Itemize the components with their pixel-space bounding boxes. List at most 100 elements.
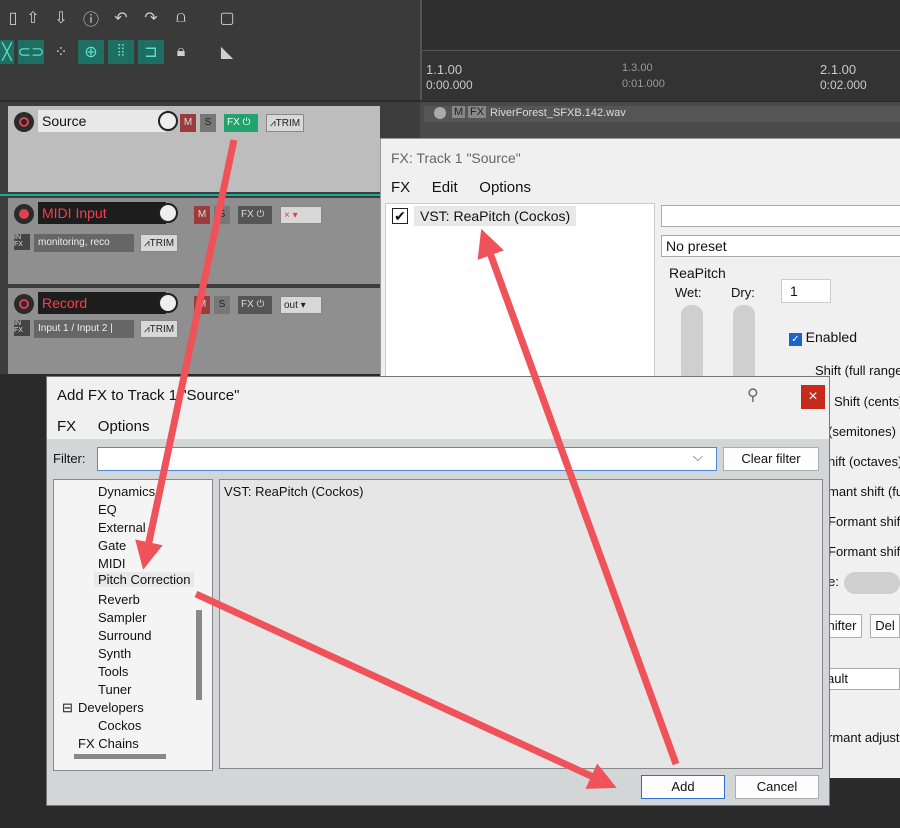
volume-knob[interactable] bbox=[158, 293, 178, 313]
fx-button[interactable]: FX ⏻ bbox=[224, 114, 258, 132]
cancel-button[interactable]: Cancel bbox=[735, 775, 819, 799]
trim-button[interactable]: ⩘TRIM bbox=[266, 114, 305, 132]
tab-1[interactable]: 1 bbox=[781, 279, 831, 303]
record-arm-button[interactable] bbox=[14, 294, 34, 314]
param-semitones: (semitones) bbox=[828, 424, 896, 439]
track-name[interactable]: Source bbox=[38, 110, 166, 132]
trim-button[interactable]: ⩘TRIM bbox=[140, 234, 179, 252]
tree-dynamics[interactable]: Dynamics bbox=[98, 484, 155, 499]
solo-button[interactable]: S bbox=[214, 206, 230, 224]
item-volume-knob[interactable] bbox=[434, 107, 446, 119]
fx-button[interactable]: FX ⏻ bbox=[238, 296, 272, 314]
enabled-checkbox[interactable]: ✓ bbox=[789, 333, 802, 346]
fx-results-list[interactable]: VST: ReaPitch (Cockos) bbox=[219, 479, 823, 769]
grid-box-icon[interactable]: ▢ bbox=[214, 6, 240, 30]
wet-slider[interactable] bbox=[681, 305, 703, 385]
mute-button[interactable]: M bbox=[180, 114, 196, 132]
upload-icon[interactable]: ⇧ bbox=[20, 6, 46, 30]
bars-icon[interactable]: ⦙⦙ bbox=[108, 40, 134, 64]
record-arm-button[interactable] bbox=[14, 204, 34, 224]
delete-button[interactable]: Del bbox=[870, 614, 900, 638]
tree-external[interactable]: External bbox=[98, 520, 146, 535]
output-dropdown[interactable]: × ▾ bbox=[280, 206, 322, 224]
tree-eq[interactable]: EQ bbox=[98, 502, 117, 517]
tree-gate[interactable]: Gate bbox=[98, 538, 126, 553]
shape-slider[interactable] bbox=[844, 572, 900, 594]
solo-button[interactable]: S bbox=[214, 296, 230, 314]
timeline-ruler[interactable]: 1.1.00 0:00.000 1.3.00 0:01.000 2.1.00 0… bbox=[420, 0, 900, 101]
snap-icon[interactable]: ⊕ bbox=[78, 40, 104, 64]
tree-surround[interactable]: Surround bbox=[98, 628, 151, 643]
in-fx-icon[interactable]: IN FX bbox=[14, 234, 30, 250]
mute-button[interactable]: M bbox=[194, 296, 210, 314]
menu-options[interactable]: Options bbox=[98, 418, 150, 435]
ripple-icon[interactable]: ╳ bbox=[0, 40, 14, 64]
trim-tool-icon[interactable]: ◣ bbox=[214, 40, 240, 64]
fx-button[interactable]: FX ⏻ bbox=[238, 206, 272, 224]
volume-knob[interactable] bbox=[158, 111, 178, 131]
lock-icon[interactable]: 🔒︎ bbox=[168, 40, 194, 64]
default-dropdown[interactable]: ault bbox=[824, 668, 900, 690]
tree-hscrollbar[interactable] bbox=[74, 754, 166, 759]
undo-icon[interactable]: ↶ bbox=[108, 6, 134, 30]
input-select[interactable]: Input 1 / Input 2 | bbox=[34, 320, 134, 338]
trim-label: TRIM bbox=[275, 118, 301, 129]
download-icon[interactable]: ⇩ bbox=[48, 6, 74, 30]
add-fx-dialog[interactable]: Add FX to Track 1 "Source" ⚲ × FX Option… bbox=[46, 376, 830, 806]
close-icon[interactable]: × bbox=[801, 385, 825, 409]
fx-chain-item[interactable]: VST: ReaPitch (Cockos) bbox=[414, 206, 577, 226]
link-icon[interactable]: ⊂⊃ bbox=[18, 40, 44, 64]
clear-filter-button[interactable]: Clear filter bbox=[723, 447, 819, 471]
preset-dropdown[interactable]: No preset bbox=[661, 235, 900, 257]
tree-scrollbar[interactable] bbox=[196, 610, 202, 700]
preset-name-field[interactable] bbox=[661, 205, 900, 227]
menu-options[interactable]: Options bbox=[479, 179, 531, 196]
volume-knob[interactable] bbox=[158, 203, 178, 223]
trim-label: TRIM bbox=[149, 324, 175, 335]
filter-input[interactable] bbox=[97, 447, 717, 471]
redo-icon[interactable]: ↷ bbox=[138, 6, 164, 30]
result-reapitch[interactable]: VST: ReaPitch (Cockos) bbox=[224, 484, 363, 499]
loop-icon[interactable]: ⊐ bbox=[138, 40, 164, 64]
input-select[interactable]: monitoring, reco bbox=[34, 234, 134, 252]
menu-fx[interactable]: FX bbox=[57, 418, 76, 435]
track-name[interactable]: MIDI Input bbox=[38, 202, 166, 224]
tree-pitch-correction[interactable]: Pitch Correction bbox=[94, 572, 195, 587]
tree-developers[interactable]: Developers bbox=[78, 700, 144, 715]
media-item-header[interactable]: M FX RiverForest_SFXB.142.wav bbox=[424, 106, 900, 122]
menu-edit[interactable]: Edit bbox=[432, 179, 458, 196]
tree-sampler[interactable]: Sampler bbox=[98, 610, 146, 625]
pin-icon[interactable]: ⚲ bbox=[747, 385, 759, 405]
info-icon[interactable]: ⓘ bbox=[78, 6, 104, 30]
trim-button[interactable]: ⩘TRIM bbox=[140, 320, 179, 338]
add-button[interactable]: Add bbox=[641, 775, 725, 799]
tree-synth[interactable]: Synth bbox=[98, 646, 131, 661]
tree-reverb[interactable]: Reverb bbox=[98, 592, 140, 607]
filter-dropdown-icon[interactable]: ⌵ bbox=[693, 449, 703, 465]
item-fx-button[interactable]: FX bbox=[468, 106, 487, 118]
fx-category-tree[interactable]: Dynamics EQ External Gate MIDI Pitch Cor… bbox=[53, 479, 213, 771]
menu-fx[interactable]: FX bbox=[391, 179, 410, 196]
record-arm-button[interactable] bbox=[14, 112, 34, 132]
fx-chain-list[interactable]: ✔ VST: ReaPitch (Cockos) bbox=[385, 203, 655, 381]
fx-enable-checkbox[interactable]: ✔ bbox=[392, 208, 408, 224]
fx-window[interactable]: FX: Track 1 "Source" FX Edit Options ✔ V… bbox=[380, 138, 900, 385]
track-midi-input[interactable]: MIDI Input M S FX ⏻ × ▾ IN FX monitoring… bbox=[8, 198, 380, 284]
tree-midi[interactable]: MIDI bbox=[98, 556, 125, 571]
item-mute-button[interactable]: M bbox=[452, 106, 466, 118]
grid-icon[interactable]: ⁘ bbox=[48, 40, 74, 64]
tree-fx-chains[interactable]: FX Chains bbox=[78, 736, 139, 751]
tree-tools[interactable]: Tools bbox=[98, 664, 128, 679]
mute-button[interactable]: M bbox=[194, 206, 210, 224]
track-name[interactable]: Record bbox=[38, 292, 166, 314]
tree-expander-icon[interactable]: ⊟ bbox=[62, 700, 73, 716]
output-dropdown[interactable]: out ▾ bbox=[280, 296, 322, 314]
dry-slider[interactable] bbox=[733, 305, 755, 385]
track-record[interactable]: Record M S FX ⏻ out ▾ IN FX Input 1 / In… bbox=[8, 288, 380, 374]
tree-cockos[interactable]: Cockos bbox=[98, 718, 141, 733]
in-fx-icon[interactable]: IN FX bbox=[14, 320, 30, 336]
track-source[interactable]: Source M S FX ⏻ ⩘TRIM bbox=[8, 106, 380, 192]
metronome-icon[interactable]: ⩍ bbox=[168, 6, 194, 30]
tree-tuner[interactable]: Tuner bbox=[98, 682, 131, 697]
solo-button[interactable]: S bbox=[200, 114, 216, 132]
